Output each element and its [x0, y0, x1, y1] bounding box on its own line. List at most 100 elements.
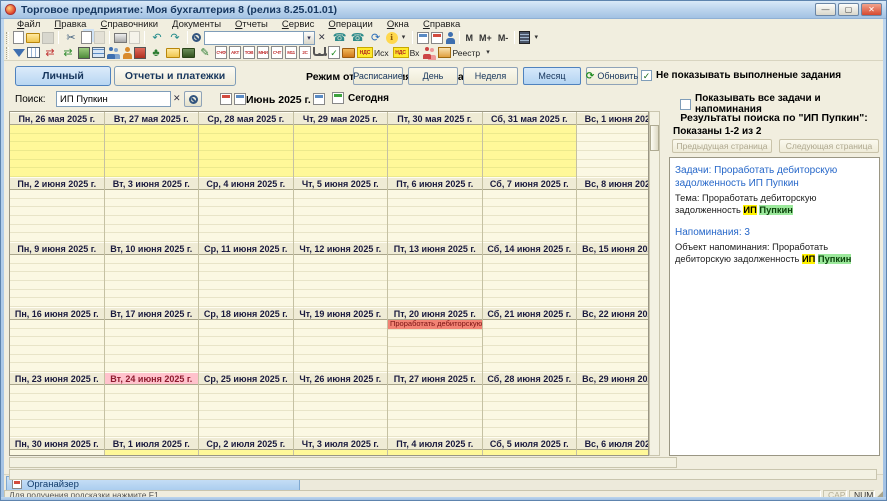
combo-clear-icon[interactable]: ✕ — [315, 32, 329, 43]
day-cell[interactable] — [10, 290, 104, 299]
day-cell[interactable] — [10, 402, 104, 411]
day-column[interactable]: Вс, 22 июня 2025 г. — [577, 307, 648, 372]
day-cell[interactable] — [388, 168, 482, 177]
day-cell[interactable] — [10, 394, 104, 403]
day-cell[interactable] — [105, 337, 199, 346]
day-cell[interactable] — [199, 199, 293, 208]
day-cell[interactable] — [10, 216, 104, 225]
choose-date-icon[interactable] — [220, 93, 232, 105]
day-cell[interactable] — [105, 199, 199, 208]
next-period-icon[interactable] — [313, 93, 325, 105]
day-cell[interactable] — [294, 281, 388, 290]
day-column[interactable]: Вт, 27 мая 2025 г. — [105, 112, 200, 177]
day-cell[interactable] — [577, 272, 648, 281]
approved-doc-icon[interactable]: ✓ — [328, 46, 340, 59]
view-mode-day[interactable]: День — [408, 67, 458, 85]
nature-icon[interactable]: ♣ — [148, 46, 164, 60]
day-cell[interactable] — [388, 190, 482, 199]
day-column[interactable]: Сб, 5 июля 2025 г. — [483, 437, 578, 456]
menu-item[interactable]: Сервис — [275, 19, 322, 30]
day-column[interactable]: Сб, 31 мая 2025 г. — [483, 112, 578, 177]
tab-personal[interactable]: Личный — [15, 66, 111, 86]
copy-icon[interactable] — [81, 31, 92, 44]
day-cell[interactable] — [105, 450, 199, 456]
doc-m11-icon[interactable]: М11 — [285, 46, 297, 59]
calendar-horizontal-scrollbar[interactable] — [9, 457, 677, 468]
day-cell[interactable] — [105, 363, 199, 372]
day-cell[interactable] — [294, 272, 388, 281]
hide-done-checkbox-box[interactable]: ✓ — [641, 70, 652, 81]
day-cell[interactable] — [105, 233, 199, 242]
cut-icon[interactable]: ✂ — [63, 31, 79, 45]
day-cell[interactable] — [294, 264, 388, 273]
menu-item[interactable]: Справка — [416, 19, 467, 30]
day-cell[interactable] — [10, 264, 104, 273]
day-cell[interactable] — [10, 272, 104, 281]
day-cell[interactable] — [105, 428, 199, 437]
day-cell[interactable] — [483, 142, 577, 151]
day-cell[interactable] — [10, 411, 104, 420]
day-cell[interactable] — [577, 355, 648, 364]
day-cell[interactable] — [483, 346, 577, 355]
day-cell[interactable] — [105, 272, 199, 281]
calendar-vertical-scrollbar[interactable] — [649, 111, 660, 456]
day-column[interactable]: Чт, 29 мая 2025 г. — [294, 112, 389, 177]
hide-done-checkbox[interactable]: ✓ Не показывать выполненые задания — [641, 70, 841, 81]
vat-outgoing-icon[interactable]: НДС — [357, 47, 373, 58]
memory-plus-button[interactable]: М+ — [476, 33, 495, 43]
day-cell[interactable] — [483, 233, 577, 242]
menu-item[interactable]: Правка — [47, 19, 93, 30]
day-cell[interactable] — [388, 233, 482, 242]
form-horizontal-scrollbar[interactable] — [9, 469, 877, 480]
day-column[interactable]: Ср, 4 июня 2025 г. — [199, 177, 294, 242]
day-cell[interactable] — [577, 411, 648, 420]
day-column[interactable]: Вт, 1 июля 2025 г. — [105, 437, 200, 456]
day-cell[interactable] — [294, 385, 388, 394]
day-cell[interactable] — [483, 428, 577, 437]
day-cell[interactable] — [199, 272, 293, 281]
show-all-checkbox-box[interactable] — [680, 99, 691, 110]
day-cell[interactable] — [577, 125, 648, 134]
day-cell[interactable] — [577, 151, 648, 160]
day-cell[interactable] — [10, 225, 104, 234]
day-column[interactable]: Вт, 17 июня 2025 г. — [105, 307, 200, 372]
day-cell[interactable] — [388, 225, 482, 234]
day-cell[interactable] — [10, 125, 104, 134]
toolbar-grip[interactable] — [6, 47, 9, 59]
day-column[interactable]: Пт, 20 июня 2025 г.Проработать дебиторск… — [388, 307, 483, 372]
day-column[interactable]: Чт, 19 июня 2025 г. — [294, 307, 389, 372]
day-cell[interactable] — [199, 450, 293, 456]
day-cell[interactable] — [483, 160, 577, 169]
day-cell[interactable] — [483, 190, 577, 199]
day-cell[interactable] — [105, 346, 199, 355]
day-column[interactable]: Пн, 9 июня 2025 г. — [10, 242, 105, 307]
day-cell[interactable] — [105, 394, 199, 403]
day-cell[interactable] — [10, 142, 104, 151]
day-column[interactable]: Вс, 8 июня 2025 г. — [577, 177, 648, 242]
day-cell[interactable] — [199, 402, 293, 411]
day-cell[interactable] — [388, 281, 482, 290]
reread-icon[interactable]: ⟳ — [368, 31, 384, 45]
menu-item[interactable]: Файл — [10, 19, 47, 30]
result-link[interactable]: Задачи: Проработать дебиторскую задолжен… — [675, 164, 874, 190]
day-cell[interactable] — [577, 428, 648, 437]
day-cell[interactable] — [105, 329, 199, 338]
day-column[interactable]: Вс, 29 июня 2025 г. — [577, 372, 648, 437]
day-cell[interactable] — [10, 298, 104, 307]
day-cell[interactable] — [388, 151, 482, 160]
day-column[interactable]: Сб, 14 июня 2025 г. — [483, 242, 578, 307]
redo-icon[interactable]: ↷ — [167, 31, 183, 45]
day-cell[interactable] — [388, 394, 482, 403]
day-cell[interactable] — [294, 450, 388, 456]
day-cell[interactable] — [199, 346, 293, 355]
day-cell[interactable] — [388, 264, 482, 273]
day-cell[interactable] — [294, 428, 388, 437]
journal-icon[interactable] — [27, 47, 40, 58]
day-cell[interactable] — [577, 233, 648, 242]
day-cell[interactable] — [199, 225, 293, 234]
day-cell[interactable] — [388, 338, 482, 347]
day-cell[interactable] — [105, 216, 199, 225]
day-cell[interactable] — [294, 134, 388, 143]
day-cell[interactable] — [105, 134, 199, 143]
day-column[interactable]: Пн, 26 мая 2025 г. — [10, 112, 105, 177]
